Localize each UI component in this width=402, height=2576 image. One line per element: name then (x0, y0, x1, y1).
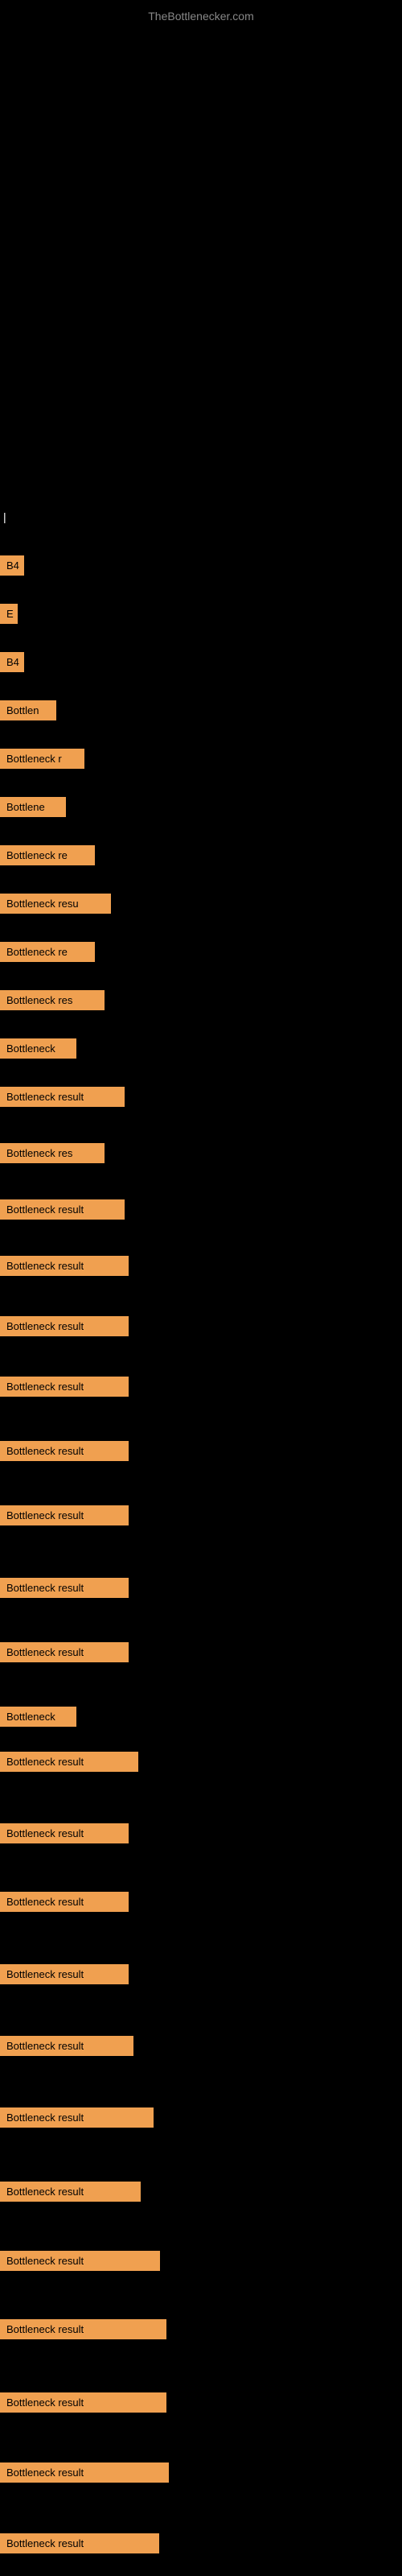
bottleneck-item: Bottleneck resu (0, 894, 111, 914)
bottleneck-item: Bottleneck result (0, 1752, 138, 1772)
label-item: | (0, 507, 10, 526)
bottleneck-item: Bottlen (0, 700, 56, 720)
bottleneck-item: Bottleneck result (0, 2251, 160, 2271)
bottleneck-item: Bottleneck result (0, 1316, 129, 1336)
bottleneck-item: Bottleneck res (0, 1143, 105, 1163)
bottleneck-item: Bottleneck result (0, 1505, 129, 1525)
bottleneck-item: Bottlene (0, 797, 66, 817)
bottleneck-item: B4 (0, 555, 24, 576)
bottleneck-item: Bottleneck result (0, 1377, 129, 1397)
bottleneck-item: Bottleneck result (0, 2319, 166, 2339)
bottleneck-item: Bottleneck result (0, 2533, 159, 2553)
bottleneck-item: E (0, 604, 18, 624)
bottleneck-item: Bottleneck result (0, 2392, 166, 2413)
bottleneck-item: Bottleneck result (0, 1964, 129, 1984)
bottleneck-item: Bottleneck result (0, 1441, 129, 1461)
bottleneck-item: Bottleneck result (0, 1578, 129, 1598)
bottleneck-item: Bottleneck result (0, 1823, 129, 1843)
bottleneck-item: Bottleneck re (0, 942, 95, 962)
bottleneck-item: Bottleneck result (0, 1256, 129, 1276)
bottleneck-item: Bottleneck res (0, 990, 105, 1010)
bottleneck-item: Bottleneck result (0, 1087, 125, 1107)
bottleneck-item: Bottleneck result (0, 1892, 129, 1912)
bottleneck-item: Bottleneck r (0, 749, 84, 769)
bottleneck-item: B4 (0, 652, 24, 672)
bottleneck-item: Bottleneck result (0, 1642, 129, 1662)
bottleneck-item: Bottleneck re (0, 845, 95, 865)
bottleneck-item: Bottleneck result (0, 1199, 125, 1220)
bottleneck-item: Bottleneck result (0, 2182, 141, 2202)
site-title: TheBottlenecker.com (0, 3, 402, 29)
bottleneck-item: Bottleneck result (0, 2036, 133, 2056)
bottleneck-item: Bottleneck result (0, 2462, 169, 2483)
bottleneck-item: Bottleneck (0, 1707, 76, 1727)
bottleneck-item: Bottleneck result (0, 2107, 154, 2128)
bottleneck-item: Bottleneck (0, 1038, 76, 1059)
